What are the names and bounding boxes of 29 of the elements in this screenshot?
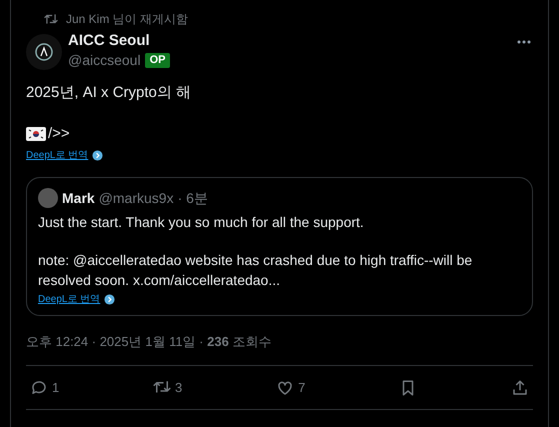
avatar — [38, 188, 58, 208]
reply-icon — [30, 378, 48, 396]
quoted-author-name: Mark — [62, 188, 95, 208]
translate-link[interactable]: DeepL로 번역 — [38, 292, 100, 306]
deepl-icon — [92, 150, 104, 160]
post-text: />> — [48, 124, 70, 144]
op-badge: OP — [144, 53, 170, 68]
repost-icon — [44, 13, 58, 25]
flag-icon — [26, 127, 46, 142]
repost-button[interactable]: 3 — [153, 378, 182, 398]
author-name[interactable]: AICC Seoul — [68, 32, 517, 50]
logo-icon — [34, 42, 54, 62]
share-button[interactable] — [510, 378, 529, 396]
author-handle[interactable]: @aiccseoul — [68, 50, 141, 71]
translate-link[interactable]: DeepL로 번역 — [26, 148, 88, 162]
quoted-author-handle: @markus9x — [98, 188, 174, 208]
heart-icon — [276, 378, 294, 396]
quoted-post-text: Just the start. Thank you so much for all the support. — [38, 212, 365, 232]
post-text: 2025년, AI x Crypto의 해 — [26, 83, 192, 103]
quoted-post-text: note: @aiccelleratedao website has crashed due to high traffic--will be resolved soon. x.com/aiccelleratedao... — [38, 250, 474, 290]
more-icon[interactable] — [517, 40, 531, 44]
share-icon — [510, 378, 529, 396]
deepl-icon — [104, 294, 116, 304]
reply-button[interactable]: 1 — [30, 378, 60, 398]
quoted-post[interactable]: Mark @markus9x · 6분 Just the start. Thank you so much for all the support. note: @aiccelleratedao website has crashed due to high traffic--will be resolved soon. x.com/aiccelleratedao... DeepL로 번역 — [26, 176, 533, 316]
post-time: · 6분 — [178, 188, 208, 208]
repost-label[interactable]: Jun Kim 님이 재게시함 — [66, 10, 188, 28]
post-meta: 오후 12:24 · 2025년 1월 11일 · 236 조회수 — [26, 332, 533, 366]
like-button[interactable]: 7 — [276, 378, 306, 398]
